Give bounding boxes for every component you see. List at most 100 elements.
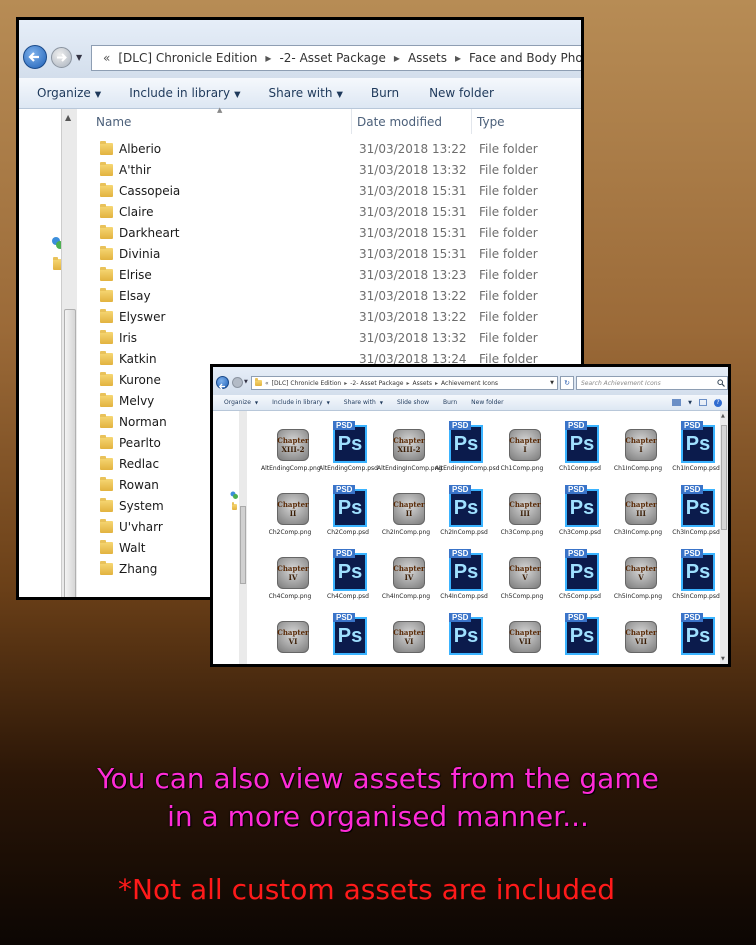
nav-scrollbar[interactable]: ▲	[61, 109, 77, 597]
psd-file-item[interactable]: Ps PSD Ch5InComp.psd	[667, 545, 725, 609]
png-file-item[interactable]: Chapter I Ch1InComp.png	[609, 417, 667, 481]
back-button[interactable]	[23, 45, 47, 69]
file-row[interactable]: A'thir 31/03/2018 13:32 File folder	[77, 160, 581, 181]
psd-file-item[interactable]: Ps PSD Ch3InComp.psd	[667, 481, 725, 545]
include-in-library-button[interactable]: Include in library ▼	[272, 399, 330, 406]
file-row[interactable]: Claire 31/03/2018 15:31 File folder	[77, 202, 581, 223]
breadcrumb-item[interactable]: [DLC] Chronicle Edition	[118, 51, 257, 65]
png-file-item[interactable]: Chapter VII	[609, 609, 667, 664]
breadcrumb-item[interactable]: Assets	[412, 380, 432, 387]
file-row[interactable]: Divinia 31/03/2018 15:31 File folder	[77, 244, 581, 265]
caption-main: You can also view assets from the game i…	[0, 760, 756, 836]
recent-pages-chevron-icon[interactable]: ▼	[244, 379, 248, 385]
png-file-item[interactable]: Chapter III Ch3InComp.png	[609, 481, 667, 545]
file-row[interactable]: Elrise 31/03/2018 13:23 File folder	[77, 265, 581, 286]
png-file-item[interactable]: Chapter VI	[377, 609, 435, 664]
png-file-item[interactable]: Chapter VII	[493, 609, 551, 664]
psd-file-item[interactable]: Ps PSD Ch5Comp.psd	[551, 545, 609, 609]
breadcrumb-item[interactable]: Face and Body Photos	[469, 51, 581, 65]
slide-show-button[interactable]: Slide show	[397, 399, 429, 406]
preview-pane-icon[interactable]	[699, 399, 707, 406]
refresh-button[interactable]: ↻	[560, 376, 574, 390]
breadcrumb-item[interactable]: [DLC] Chronicle Edition	[272, 380, 342, 387]
breadcrumb-item[interactable]: Assets	[408, 51, 447, 65]
recent-pages-chevron-icon[interactable]: ▼	[76, 53, 82, 62]
breadcrumb-separator-icon[interactable]: ▸	[406, 380, 409, 387]
png-file-item[interactable]: Chapter IV Ch4InComp.png	[377, 545, 435, 609]
share-with-button[interactable]: Share with ▼	[269, 86, 343, 100]
psd-file-item[interactable]: Ps PSD Ch2Comp.psd	[319, 481, 377, 545]
content-scrollbar[interactable]: ▲ ▼	[720, 411, 728, 664]
psd-file-item[interactable]: Ps PSD Ch3Comp.psd	[551, 481, 609, 545]
view-options-chevron-icon[interactable]: ▼	[688, 400, 692, 406]
organize-button[interactable]: Organize ▼	[37, 86, 101, 100]
scroll-up-arrow-icon[interactable]: ▲	[721, 413, 725, 419]
nav-scrollbar-thumb[interactable]	[64, 309, 76, 597]
png-file-item[interactable]: Chapter II Ch2InComp.png	[377, 481, 435, 545]
scroll-down-arrow-icon[interactable]: ▼	[721, 656, 725, 662]
scroll-up-arrow-icon[interactable]: ▲	[65, 113, 71, 122]
breadcrumb-separator-icon[interactable]: ▸	[435, 380, 438, 387]
png-file-item[interactable]: Chapter III Ch3Comp.png	[493, 481, 551, 545]
content-scrollbar-thumb[interactable]	[721, 425, 727, 530]
psd-file-item[interactable]: Ps PSD AltEndingInComp.psd	[435, 417, 500, 481]
forward-button[interactable]	[232, 377, 243, 388]
help-icon[interactable]: ?	[714, 398, 722, 407]
burn-button[interactable]: Burn	[443, 399, 457, 406]
nav-scrollbar-thumb[interactable]	[240, 506, 246, 584]
png-file-item[interactable]: Chapter V Ch5Comp.png	[493, 545, 551, 609]
new-folder-button[interactable]: New folder	[471, 399, 503, 406]
file-row[interactable]: Iris 31/03/2018 13:32 File folder	[77, 328, 581, 349]
png-file-item[interactable]: Chapter XIII-2 AltEndingInComp.png	[377, 417, 442, 481]
change-view-icon[interactable]	[672, 399, 682, 406]
psd-file-item[interactable]: Ps PSD Ch4InComp.psd	[435, 545, 493, 609]
address-dropdown-icon[interactable]: ▼	[550, 380, 554, 386]
organize-button[interactable]: Organize ▼	[224, 399, 258, 406]
psd-file-item[interactable]: Ps PSD Ch4Comp.psd	[319, 545, 377, 609]
png-file-item[interactable]: Chapter II Ch2Comp.png	[261, 481, 319, 545]
include-in-library-button[interactable]: Include in library ▼	[129, 86, 240, 100]
breadcrumb-separator-icon[interactable]: ▸	[265, 51, 271, 65]
nav-scrollbar[interactable]	[239, 411, 247, 664]
file-row[interactable]: Darkheart 31/03/2018 15:31 File folder	[77, 223, 581, 244]
psd-file-item[interactable]: Ps PSD Ch2InComp.psd	[435, 481, 493, 545]
file-row[interactable]: Cassopeia 31/03/2018 15:31 File folder	[77, 181, 581, 202]
breadcrumb-separator-icon[interactable]: ▸	[394, 51, 400, 65]
address-box[interactable]: « [DLC] Chronicle Edition ▸ -2- Asset Packa…	[91, 45, 581, 71]
breadcrumb-separator-icon[interactable]: ▸	[455, 51, 461, 65]
psd-file-item[interactable]: Ps PSD	[435, 609, 493, 664]
share-with-button[interactable]: Share with ▼	[344, 399, 383, 406]
breadcrumb-separator-icon[interactable]: «	[103, 51, 110, 65]
breadcrumb-item[interactable]: Achievement Icons	[441, 380, 498, 387]
breadcrumb-separator-icon[interactable]: «	[265, 380, 269, 387]
file-row[interactable]: Elyswer 31/03/2018 13:22 File folder	[77, 307, 581, 328]
new-folder-button[interactable]: New folder	[429, 86, 494, 100]
back-button[interactable]	[216, 376, 229, 390]
png-file-item[interactable]: Chapter V Ch5InComp.png	[609, 545, 667, 609]
png-file-item[interactable]: Chapter XIII-2 AltEndingComp.png	[261, 417, 321, 481]
chapter-badge-title: Chapter	[393, 564, 425, 573]
forward-button[interactable]	[51, 47, 72, 68]
psd-file-item[interactable]: Ps PSD AltEndingComp.psd	[319, 417, 378, 481]
png-file-item[interactable]: Chapter IV Ch4Comp.png	[261, 545, 319, 609]
psd-file-item[interactable]: Ps PSD	[667, 609, 725, 664]
column-date-header[interactable]: Date modified	[357, 115, 442, 129]
address-box[interactable]: «[DLC] Chronicle Edition ▸ -2- Asset Packa…	[251, 376, 558, 390]
psd-file-item[interactable]: Ps PSD	[319, 609, 377, 664]
psd-file-item[interactable]: Ps PSD Ch1InComp.psd	[667, 417, 725, 481]
breadcrumb[interactable]: « [DLC] Chronicle Edition ▸ -2- Asset Packa…	[103, 51, 581, 65]
column-name-header[interactable]: Name	[96, 115, 131, 129]
breadcrumb-item[interactable]: -2- Asset Package	[350, 380, 403, 387]
column-type-header[interactable]: Type	[477, 115, 505, 129]
breadcrumb-item[interactable]: -2- Asset Package	[279, 51, 385, 65]
png-file-item[interactable]: Chapter I Ch1Comp.png	[493, 417, 551, 481]
png-file-item[interactable]: Chapter VI	[261, 609, 319, 664]
file-row[interactable]: Elsay 31/03/2018 13:22 File folder	[77, 286, 581, 307]
burn-button[interactable]: Burn	[371, 86, 399, 100]
breadcrumb-separator-icon[interactable]: ▸	[344, 380, 347, 387]
psd-file-item[interactable]: Ps PSD	[551, 609, 609, 664]
file-row[interactable]: Alberio 31/03/2018 13:22 File folder	[77, 139, 581, 160]
search-box[interactable]: Search Achievement Icons	[576, 376, 728, 390]
psd-file-item[interactable]: Ps PSD Ch1Comp.psd	[551, 417, 609, 481]
breadcrumb[interactable]: «[DLC] Chronicle Edition ▸ -2- Asset Packa…	[265, 380, 501, 387]
